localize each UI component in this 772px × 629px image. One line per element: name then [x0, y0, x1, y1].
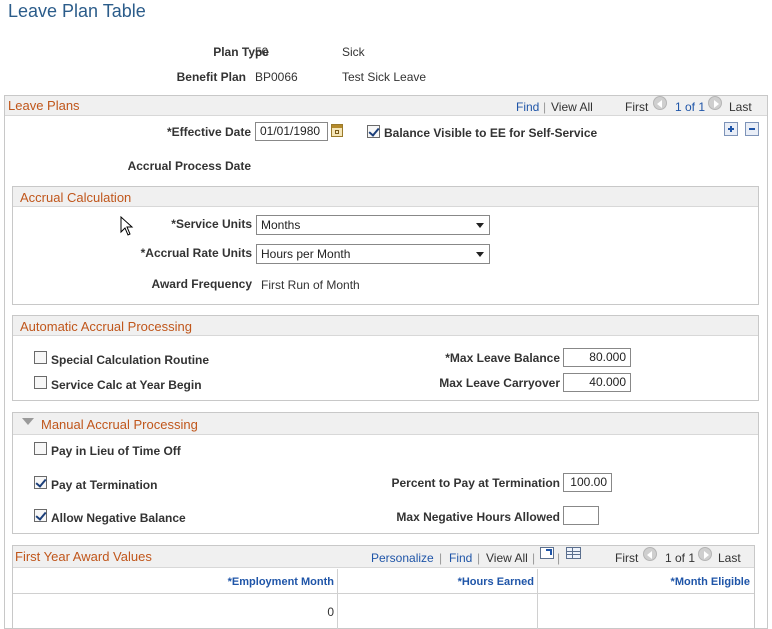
accrual-rate-units-select[interactable]: Hours per Month	[256, 244, 490, 264]
effective-date-input[interactable]: 01/01/1980	[255, 122, 328, 141]
accrual-rate-units-value: Hours per Month	[261, 247, 351, 261]
benefit-plan-code: BP0066	[255, 70, 298, 84]
new-window-icon[interactable]	[540, 547, 554, 559]
service-calc-label: Service Calc at Year Begin	[51, 378, 202, 392]
max-leave-carryover-input[interactable]: 40.000	[563, 373, 631, 392]
grid-page-info: 1 of 1	[665, 551, 696, 565]
grid-find-link[interactable]: Find	[449, 551, 472, 565]
benefit-plan-label: Benefit Plan	[176, 70, 246, 84]
leave-plans-separator: |	[543, 100, 547, 114]
grid-next-row-icon[interactable]	[698, 547, 712, 561]
award-frequency-value: First Run of Month	[261, 278, 360, 292]
grid-last: Last	[718, 551, 741, 565]
accrual-calculation-title: Accrual Calculation	[20, 190, 132, 205]
benefit-plan-description: Test Sick Leave	[342, 70, 427, 84]
max-leave-carryover-label: Max Leave Carryover	[439, 376, 560, 390]
award-frequency-label: Award Frequency	[151, 277, 252, 291]
column-header-employment-month[interactable]: *Employment Month	[228, 576, 334, 588]
grid-separator-2: |	[477, 551, 481, 565]
accrual-rate-units-label: *Accrual Rate Units	[140, 246, 252, 260]
leave-plans-last: Last	[729, 100, 752, 114]
collapse-triangle-icon[interactable]	[22, 418, 34, 425]
plan-type-code: 50	[255, 45, 269, 59]
mouse-cursor-icon	[120, 216, 134, 236]
delete-row-icon[interactable]	[745, 122, 759, 136]
grid-separator-4: |	[557, 551, 561, 565]
max-leave-balance-label: *Max Leave Balance	[445, 351, 560, 365]
grid-first: First	[615, 551, 639, 565]
personalize-link[interactable]: Personalize	[371, 551, 434, 565]
leave-plans-first: First	[625, 100, 649, 114]
plan-type-description: Sick	[342, 45, 365, 59]
leave-plans-title: Leave Plans	[8, 98, 80, 113]
first-year-award-title: First Year Award Values	[15, 549, 152, 564]
balance-visible-label: Balance Visible to EE for Self-Service	[384, 126, 598, 140]
pay-in-lieu-label: Pay in Lieu of Time Off	[51, 444, 181, 458]
percent-to-pay-label: Percent to Pay at Termination	[391, 476, 561, 490]
service-units-label: *Service Units	[171, 217, 252, 231]
manual-accrual-title[interactable]: Manual Accrual Processing	[41, 417, 198, 432]
special-calc-label: Special Calculation Routine	[51, 353, 210, 367]
pay-in-lieu-checkbox[interactable]	[34, 442, 47, 455]
page-title: Leave Plan Table	[8, 1, 146, 21]
service-units-value: Months	[261, 218, 301, 232]
balance-visible-checkbox[interactable]	[367, 125, 380, 138]
grid-view-all[interactable]: View All	[486, 551, 528, 565]
service-units-select[interactable]: Months	[256, 215, 490, 235]
leave-plans-view-all[interactable]: View All	[551, 100, 593, 114]
calendar-icon[interactable]	[331, 124, 343, 137]
effective-date-label: *Effective Date	[166, 125, 251, 139]
grid-separator-1: |	[439, 551, 443, 565]
special-calc-checkbox[interactable]	[34, 351, 47, 364]
allow-negative-checkbox[interactable]	[34, 509, 47, 522]
download-spreadsheet-icon[interactable]	[566, 547, 581, 559]
pay-at-termination-checkbox[interactable]	[34, 476, 47, 489]
column-header-hours-earned[interactable]: *Hours Earned	[458, 576, 534, 588]
previous-row-icon[interactable]	[653, 96, 667, 110]
table-row	[13, 595, 754, 625]
next-row-icon[interactable]	[708, 96, 722, 110]
percent-to-pay-input[interactable]: 100.00	[563, 473, 612, 492]
grid-previous-row-icon[interactable]	[643, 547, 657, 561]
grid-separator-3: |	[532, 551, 536, 565]
automatic-accrual-title: Automatic Accrual Processing	[20, 319, 192, 334]
chevron-down-icon	[476, 252, 484, 257]
max-leave-balance-input[interactable]: 80.000	[563, 348, 631, 367]
max-negative-hours-input[interactable]	[563, 506, 599, 525]
leave-plans-page-info: 1 of 1	[675, 100, 706, 114]
column-header-month-eligible[interactable]: *Month Eligible	[671, 576, 750, 588]
allow-negative-label: Allow Negative Balance	[51, 511, 186, 525]
chevron-down-icon	[476, 223, 484, 228]
accrual-process-date-label: Accrual Process Date	[127, 159, 251, 173]
employment-month-cell: 0	[327, 605, 334, 619]
pay-at-termination-label: Pay at Termination	[51, 478, 158, 492]
max-negative-hours-label: Max Negative Hours Allowed	[396, 510, 560, 524]
leave-plans-find-link[interactable]: Find	[516, 100, 539, 114]
grid-header-row	[13, 569, 754, 594]
add-row-icon[interactable]	[724, 122, 738, 136]
service-calc-checkbox[interactable]	[34, 376, 47, 389]
